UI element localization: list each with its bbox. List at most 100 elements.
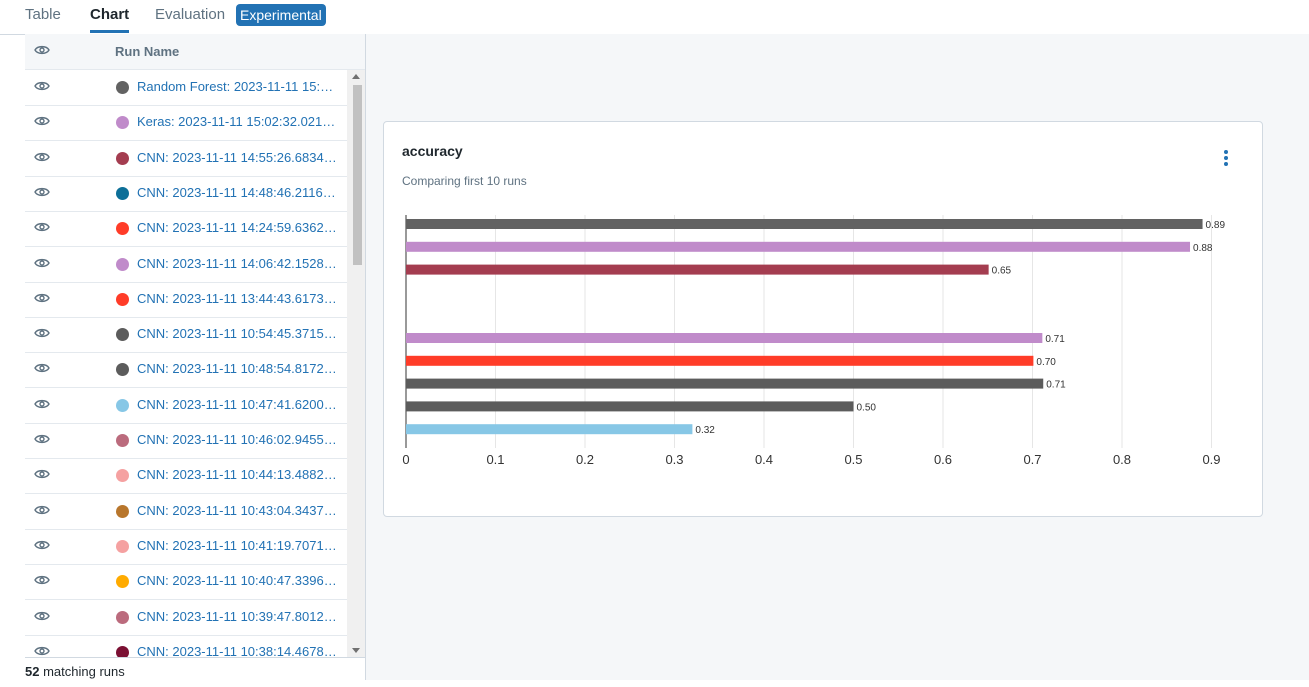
bar [406,241,1191,252]
run-row[interactable]: CNN: 2023-11-11 14:55:26.683419 [25,141,347,177]
run-row[interactable]: CNN: 2023-11-11 10:47:41.620018 [25,388,347,424]
run-name-link[interactable]: CNN: 2023-11-11 10:44:13.488209 [137,467,337,482]
chart-title: accuracy [402,143,463,159]
run-row[interactable]: CNN: 2023-11-11 10:40:47.339654 [25,564,347,601]
run-name-link[interactable]: CNN: 2023-11-11 13:44:43.617321 [137,291,337,306]
x-tick-label: 0.6 [934,452,952,467]
matching-runs-number: 52 [25,664,40,679]
run-name-link[interactable]: CNN: 2023-11-11 10:48:54.817240 [137,361,337,376]
run-color-dot[interactable] [116,469,129,483]
bar-value-label: 0.71 [1045,334,1065,345]
run-row[interactable]: CNN: 2023-11-11 10:38:14.467890 [25,635,347,657]
run-color-dot[interactable] [116,151,129,165]
run-row[interactable]: CNN: 2023-11-11 10:54:45.371552 [25,317,347,354]
run-color-dot[interactable] [116,398,129,412]
view-tabs: Table Chart Evaluation Experimental [0,0,1309,35]
bar [406,264,989,275]
eye-icon[interactable] [34,574,50,586]
x-tick-label: 0.5 [844,452,862,467]
eye-icon[interactable] [34,362,50,374]
tab-experimental[interactable]: Experimental [236,4,326,26]
tab-evaluation[interactable]: Evaluation [155,6,225,23]
run-row[interactable]: CNN: 2023-11-11 10:46:02.945512 [25,423,347,459]
eye-icon[interactable] [34,327,50,339]
eye-icon[interactable] [34,433,50,445]
run-row[interactable]: CNN: 2023-11-11 10:43:04.343776 [25,494,347,530]
eye-icon[interactable] [34,504,50,516]
eye-icon[interactable] [34,468,50,480]
eye-icon[interactable] [34,292,50,304]
run-row[interactable]: CNN: 2023-11-11 10:39:47.801234 [25,600,347,636]
x-tick-label: 0.9 [1202,452,1220,467]
run-row[interactable]: CNN: 2023-11-11 14:06:42.152877 [25,247,347,283]
run-name-link[interactable]: CNN: 2023-11-11 10:40:47.339654 [137,573,337,588]
tab-table[interactable]: Table [25,6,61,23]
run-color-dot[interactable] [116,222,129,236]
eye-icon[interactable] [34,151,50,163]
bar-value-label: 0.65 [992,266,1012,277]
run-name-link[interactable]: CNN: 2023-11-11 10:41:19.707143 [137,538,337,553]
x-tick-label: 0.7 [1023,452,1041,467]
eye-icon[interactable] [34,186,50,198]
run-name-link[interactable]: CNN: 2023-11-11 14:55:26.683419 [137,150,337,165]
run-row[interactable]: CNN: 2023-11-11 10:41:19.707143 [25,529,347,565]
run-name-link[interactable]: CNN: 2023-11-11 10:54:45.371552 [137,326,337,341]
eye-icon[interactable] [34,257,50,269]
run-name-link[interactable]: CNN: 2023-11-11 10:47:41.620018 [137,397,337,412]
run-color-dot[interactable] [116,81,129,94]
more-options-icon[interactable] [1220,150,1232,168]
eye-icon[interactable] [34,221,50,233]
run-name-link[interactable]: CNN: 2023-11-11 10:46:02.945512 [137,432,337,447]
run-name-link[interactable]: CNN: 2023-11-11 14:48:46.211672 [137,185,337,200]
run-row[interactable]: CNN: 2023-11-11 10:44:13.488209 [25,458,347,495]
run-color-dot[interactable] [116,610,129,624]
runs-list-header: Run Name [25,34,365,70]
chart-subtitle: Comparing first 10 runs [402,174,527,188]
run-color-dot[interactable] [116,539,129,553]
run-name-link[interactable]: Random Forest: 2023-11-11 15:09:14.35523… [137,79,337,94]
run-color-dot[interactable] [116,292,129,306]
eye-icon[interactable] [34,610,50,622]
run-row[interactable]: CNN: 2023-11-11 14:48:46.211672 [25,176,347,212]
run-color-dot[interactable] [116,116,129,130]
run-color-dot[interactable] [116,434,129,447]
run-color-dot[interactable] [116,186,129,200]
run-color-dot[interactable] [116,575,129,589]
run-name-link[interactable]: Keras: 2023-11-11 15:02:32.021947 [137,114,337,129]
eye-icon[interactable] [34,645,50,657]
eye-icon[interactable] [34,539,50,551]
run-name-link[interactable]: CNN: 2023-11-11 14:24:59.636211 [137,220,337,235]
eye-icon[interactable] [34,398,50,410]
eye-icon[interactable] [34,80,50,92]
run-color-dot[interactable] [116,257,129,271]
x-tick-label: 0.2 [576,452,594,467]
scroll-thumb[interactable] [353,85,362,265]
run-name-link[interactable]: CNN: 2023-11-11 14:06:42.152877 [137,256,337,271]
matching-runs-count: 52 matching runs [25,657,365,687]
run-color-dot[interactable] [116,363,129,377]
run-name-column-header[interactable]: Run Name [115,44,179,59]
run-name-link[interactable]: CNN: 2023-11-11 10:38:14.467890 [137,644,337,657]
eye-icon[interactable] [34,115,50,127]
tab-chart[interactable]: Chart [90,6,130,33]
run-row[interactable]: CNN: 2023-11-11 13:44:43.617321 [25,282,347,318]
eye-icon[interactable] [34,44,50,56]
run-row[interactable]: Random Forest: 2023-11-11 15:09:14.35523… [25,70,347,106]
bar-value-label: 0.32 [695,425,715,436]
runs-list-scrollbar[interactable] [347,70,365,657]
bar-value-label: 0.71 [1046,380,1066,391]
x-tick-label: 0.1 [486,452,504,467]
bar-value-label: 0.89 [1206,220,1226,231]
run-name-link[interactable]: CNN: 2023-11-11 10:43:04.343776 [137,503,337,518]
scroll-up-arrow-icon[interactable] [352,74,360,79]
bar [406,424,693,435]
run-name-link[interactable]: CNN: 2023-11-11 10:39:47.801234 [137,609,337,624]
run-color-dot[interactable] [116,504,129,518]
run-row[interactable]: CNN: 2023-11-11 14:24:59.636211 [25,211,347,248]
run-row[interactable]: CNN: 2023-11-11 10:48:54.817240 [25,352,347,389]
scroll-down-arrow-icon[interactable] [352,648,360,653]
x-tick-label: 0 [402,452,409,467]
run-row[interactable]: Keras: 2023-11-11 15:02:32.021947 [25,105,347,142]
run-color-dot[interactable] [116,328,129,342]
run-color-dot[interactable] [116,645,129,657]
